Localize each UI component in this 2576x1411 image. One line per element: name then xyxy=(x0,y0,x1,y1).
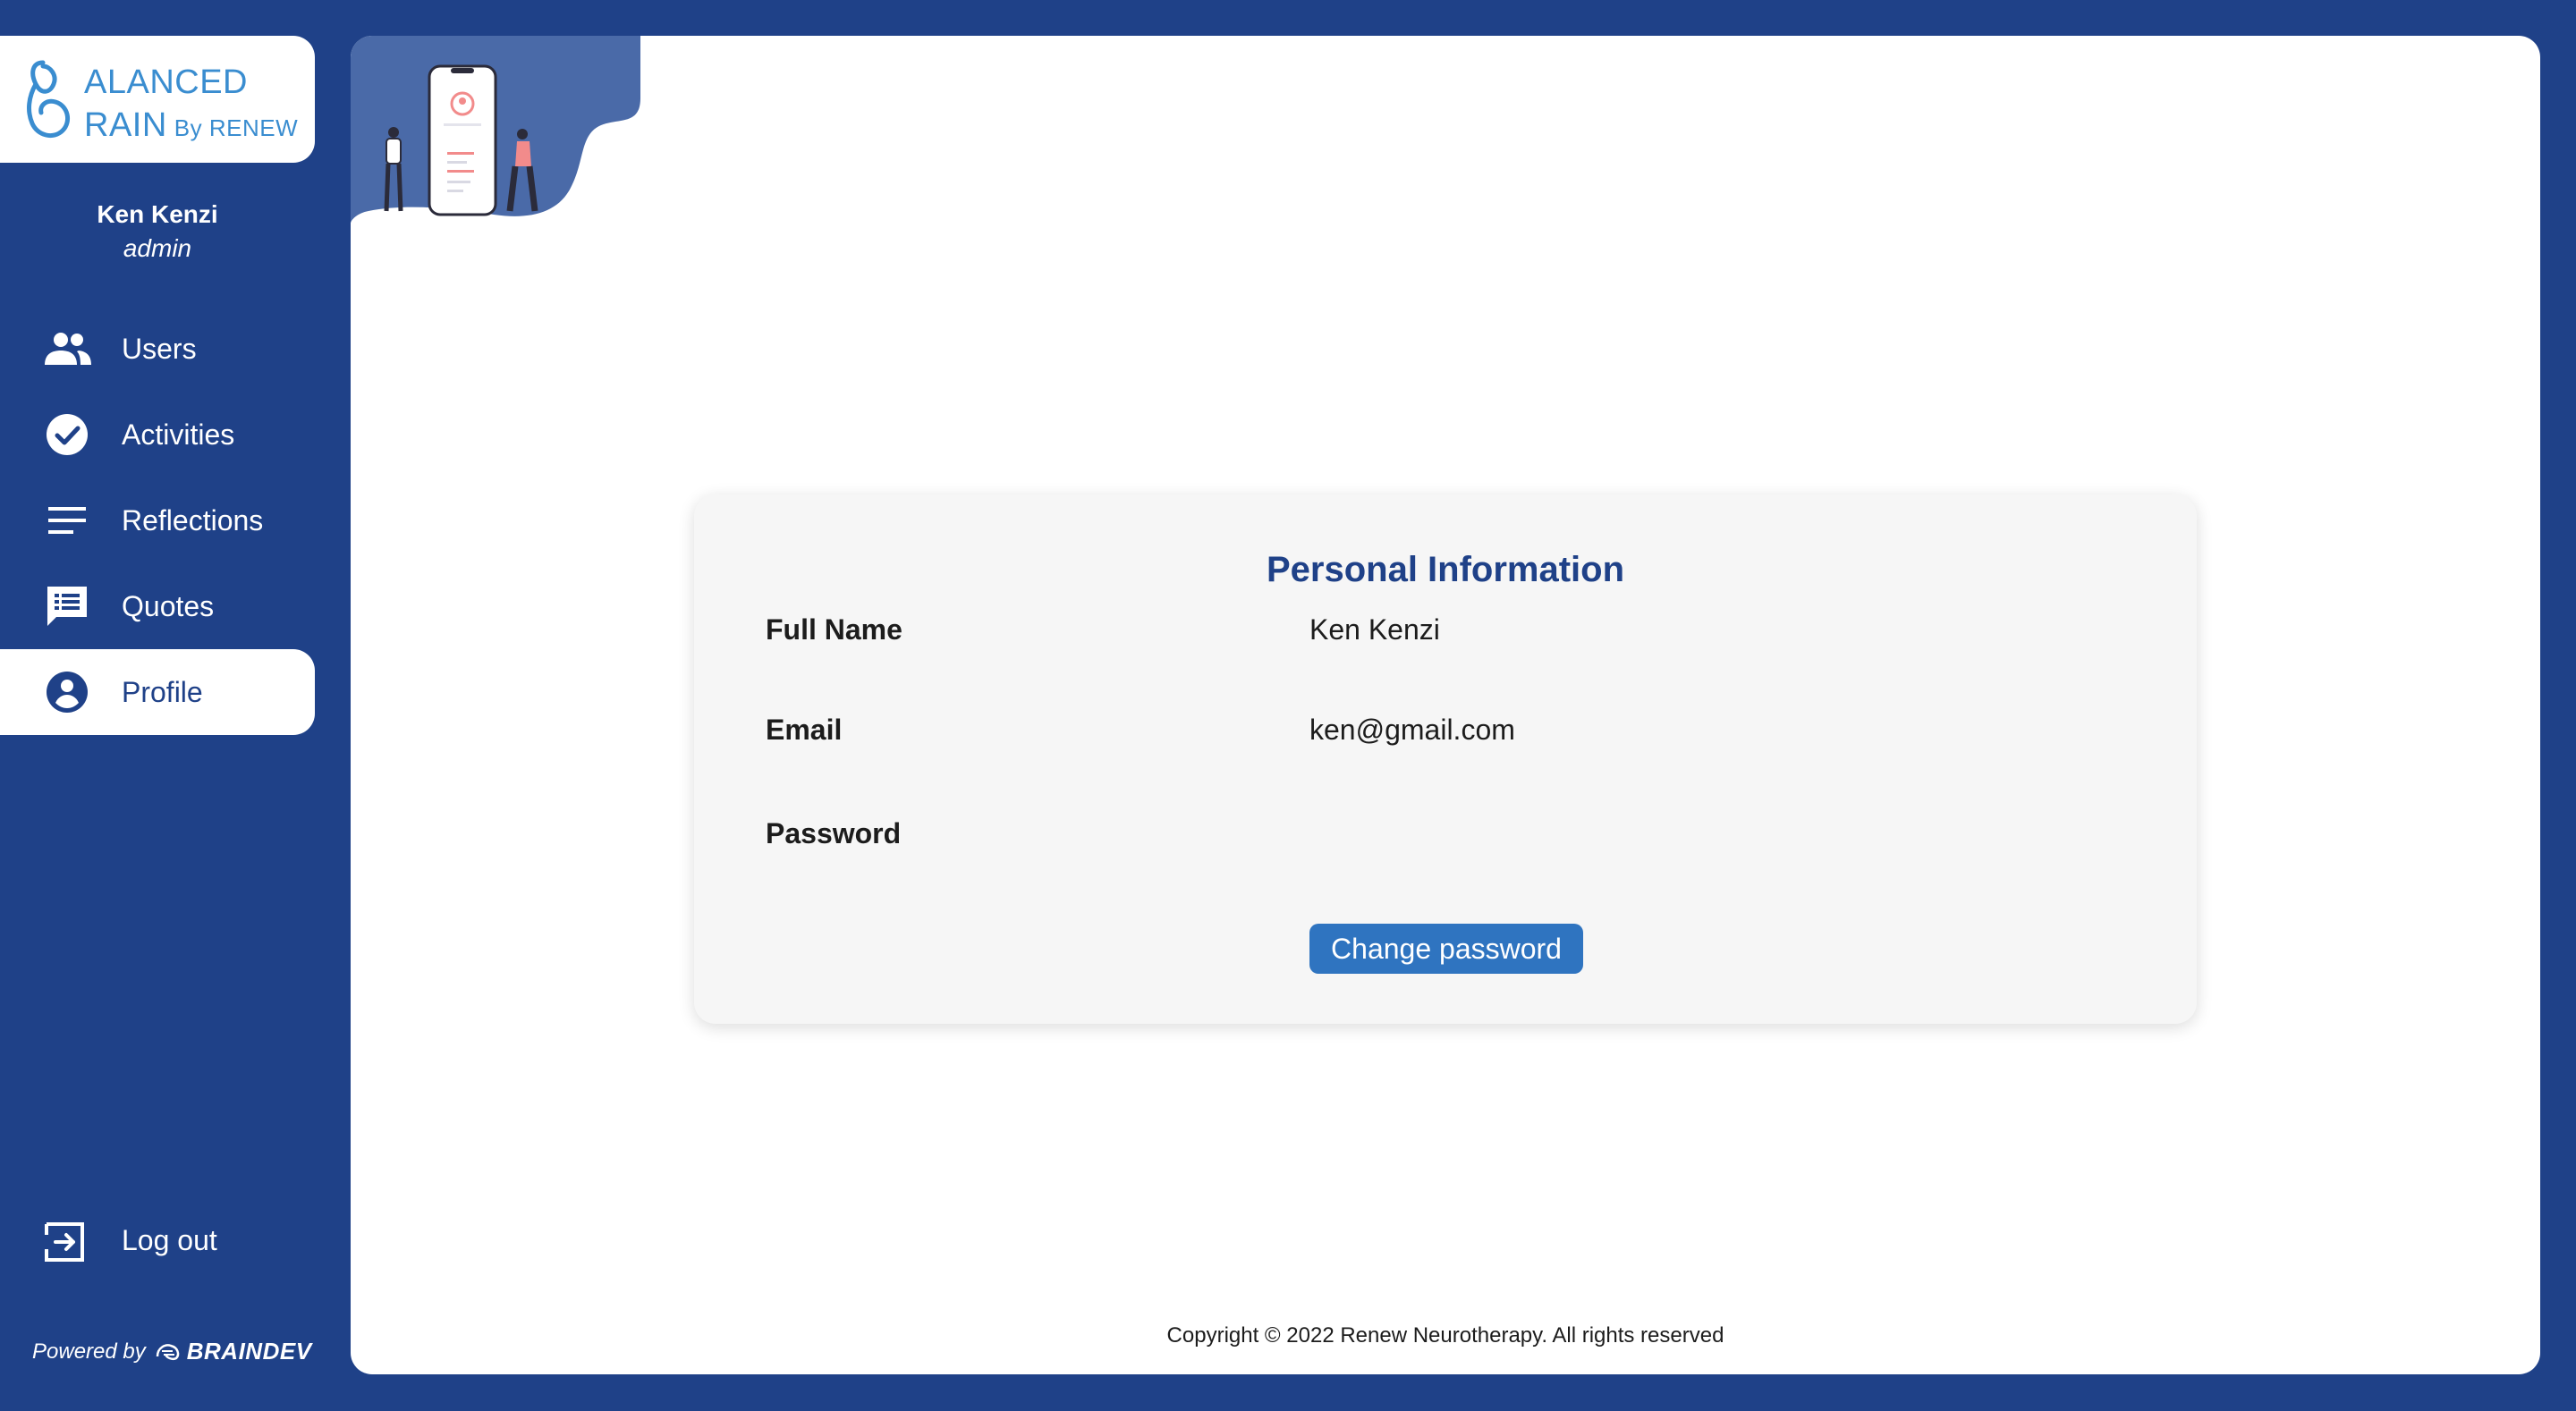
full-name-value: Ken Kenzi xyxy=(1309,613,1440,646)
sidebar-item-label: Reflections xyxy=(122,503,264,537)
sidebar-item-label: Quotes xyxy=(122,589,215,622)
brand-by: By RENEW xyxy=(174,114,299,141)
email-label: Email xyxy=(766,714,843,746)
sidebar-item-users[interactable]: Users xyxy=(0,306,315,392)
sidebar-item-activities[interactable]: Activities xyxy=(0,392,315,477)
email-value: ken@gmail.com xyxy=(1309,714,1515,746)
logout-icon xyxy=(43,1221,91,1263)
brand-b-icon xyxy=(27,60,71,139)
sidebar-item-profile[interactable]: Profile xyxy=(0,649,315,735)
password-label: Password xyxy=(766,817,902,849)
users-icon xyxy=(43,327,91,370)
logout-label: Log out xyxy=(122,1224,217,1256)
account-circle-icon xyxy=(43,671,91,714)
sidebar-item-label: Activities xyxy=(122,418,235,451)
main-panel: Personal Information Full Name Ken Kenzi… xyxy=(351,36,2540,1374)
brand-logo: ALANCED RAIN By RENEW xyxy=(0,36,315,163)
change-password-button[interactable]: Change password xyxy=(1309,924,1583,974)
braindev-logo-icon xyxy=(156,1343,179,1360)
quote-chat-icon xyxy=(43,585,91,628)
powered-by-brand: BRAINDEV xyxy=(186,1338,312,1365)
current-user: Ken Kenzi admin xyxy=(0,199,315,266)
sidebar-item-label: Profile xyxy=(122,675,203,708)
user-name: Ken Kenzi xyxy=(97,200,218,228)
user-role: admin xyxy=(123,234,192,262)
lines-icon xyxy=(43,499,91,542)
powered-by: Powered by BRAINDEV xyxy=(32,1338,312,1365)
brand-wordmark: ALANCED RAIN By RENEW xyxy=(84,61,298,149)
personal-information-card: Personal Information Full Name Ken Kenzi… xyxy=(694,494,2197,1024)
sidebar-nav: Users Activities Reflections Quotes Prof… xyxy=(0,306,315,735)
sidebar-item-label: Users xyxy=(122,332,197,365)
sidebar-item-reflections[interactable]: Reflections xyxy=(0,477,315,563)
full-name-label: Full Name xyxy=(766,613,902,646)
card-title: Personal Information xyxy=(1266,550,1625,589)
logout-button[interactable]: Log out xyxy=(0,1199,315,1285)
sidebar-item-quotes[interactable]: Quotes xyxy=(0,563,315,649)
brand-line-2: RAIN xyxy=(84,106,167,144)
check-circle-icon xyxy=(43,413,91,456)
header-illustration xyxy=(351,36,640,224)
brand-line-1: ALANCED xyxy=(84,63,248,101)
copyright: Copyright © 2022 Renew Neurotherapy. All… xyxy=(1166,1323,1724,1348)
powered-by-label: Powered by xyxy=(32,1339,146,1364)
